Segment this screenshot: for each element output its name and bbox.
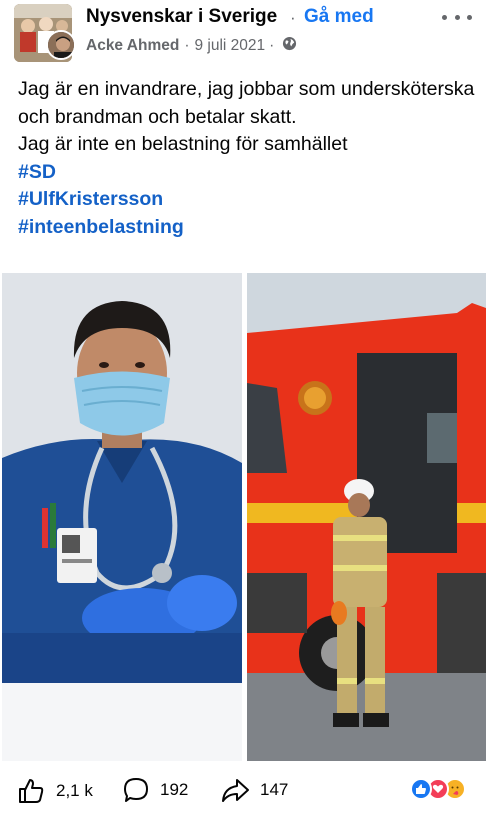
join-group-button[interactable]: Gå med	[304, 6, 374, 28]
comment-button[interactable]: 192	[122, 776, 188, 804]
like-reaction-icon	[410, 778, 432, 800]
like-count: 2,1 k	[56, 781, 93, 800]
post-header: Nysvenskar i Sverige · Gå med Acke Ahmed…	[0, 0, 486, 66]
comment-bubble-icon	[124, 778, 148, 802]
firefighter-photo[interactable]	[247, 273, 486, 761]
globe-icon	[282, 36, 297, 56]
share-button[interactable]: 147	[220, 776, 288, 804]
post-footer: 2,1 k 192 147	[0, 766, 486, 813]
post-body: Jag är en invandrare, jag jobbar som und…	[18, 76, 478, 241]
post-text-line: Jag är inte en belastning för samhället	[18, 133, 348, 155]
share-count: 147	[260, 780, 289, 799]
post-meta: Acke Ahmed · 9 juli 2021 ·	[86, 36, 297, 56]
hashtag-link[interactable]: #SD	[18, 159, 478, 187]
like-button[interactable]: 2,1 k	[16, 776, 93, 806]
thumbs-up-icon	[19, 779, 44, 803]
reactions-summary[interactable]	[410, 778, 470, 802]
author-name-link[interactable]: Acke Ahmed	[86, 37, 179, 55]
post-text-line: Jag är en invandrare, jag jobbar som und…	[18, 78, 475, 128]
comment-count: 192	[160, 780, 189, 799]
hashtag-link[interactable]: #inteenbelastning	[18, 214, 478, 242]
more-options-icon[interactable]	[442, 6, 472, 28]
meta-separator: ·	[184, 37, 190, 54]
group-name-link[interactable]: Nysvenskar i Sverige	[86, 6, 277, 28]
hashtag-link[interactable]: #UlfKristersson	[18, 186, 478, 214]
privacy-separator: ·	[269, 37, 275, 54]
share-arrow-icon	[222, 779, 249, 802]
post-date-link[interactable]: 9 juli 2021	[195, 37, 266, 55]
header-separator: ·	[290, 8, 296, 27]
nurse-photo[interactable]	[2, 273, 242, 761]
author-avatar[interactable]	[46, 30, 76, 60]
